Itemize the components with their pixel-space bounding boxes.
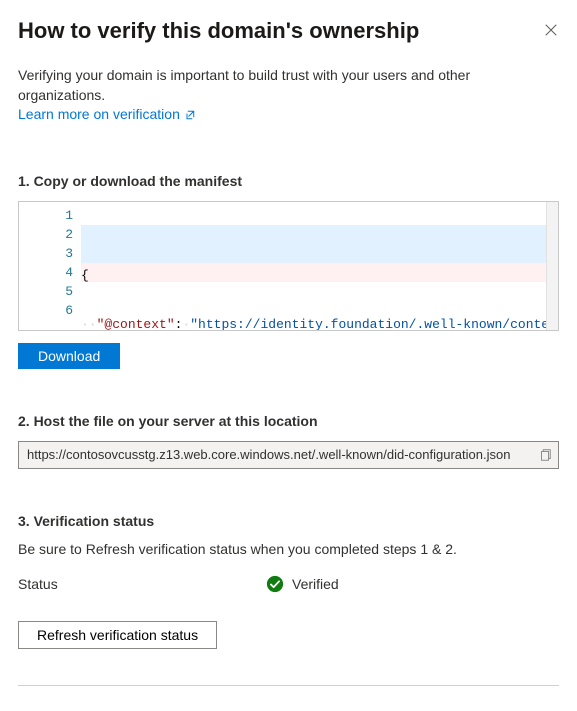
- manifest-code-block[interactable]: 1 2 3 4 5 6 { ··"@context":·"https://ide…: [18, 201, 559, 331]
- close-button[interactable]: [543, 22, 559, 38]
- copy-icon[interactable]: [538, 448, 552, 462]
- code-content: { ··"@context":·"https://identity.founda…: [81, 202, 558, 330]
- download-button[interactable]: Download: [18, 343, 120, 369]
- step1-title: 1. Copy or download the manifest: [18, 173, 559, 189]
- intro-text: Verifying your domain is important to bu…: [18, 67, 470, 103]
- learn-more-label: Learn more on verification: [18, 105, 180, 125]
- footer-separator: [18, 685, 559, 686]
- line-number-gutter: 1 2 3 4 5 6: [19, 202, 81, 330]
- step3-note: Be sure to Refresh verification status w…: [18, 541, 559, 557]
- page-title: How to verify this domain's ownership: [18, 18, 419, 44]
- close-icon: [544, 23, 558, 37]
- external-link-icon: [184, 109, 196, 121]
- host-url-text: https://contosovcusstg.z13.web.core.wind…: [27, 447, 538, 462]
- step2-title: 2. Host the file on your server at this …: [18, 413, 559, 429]
- learn-more-link[interactable]: Learn more on verification: [18, 105, 196, 125]
- status-value-text: Verified: [292, 576, 339, 592]
- scrollbar[interactable]: [546, 202, 558, 330]
- verified-check-icon: [266, 575, 284, 593]
- refresh-status-button[interactable]: Refresh verification status: [18, 621, 217, 649]
- step3-title: 3. Verification status: [18, 513, 559, 529]
- status-label: Status: [18, 576, 266, 592]
- host-url-field: https://contosovcusstg.z13.web.core.wind…: [18, 441, 559, 469]
